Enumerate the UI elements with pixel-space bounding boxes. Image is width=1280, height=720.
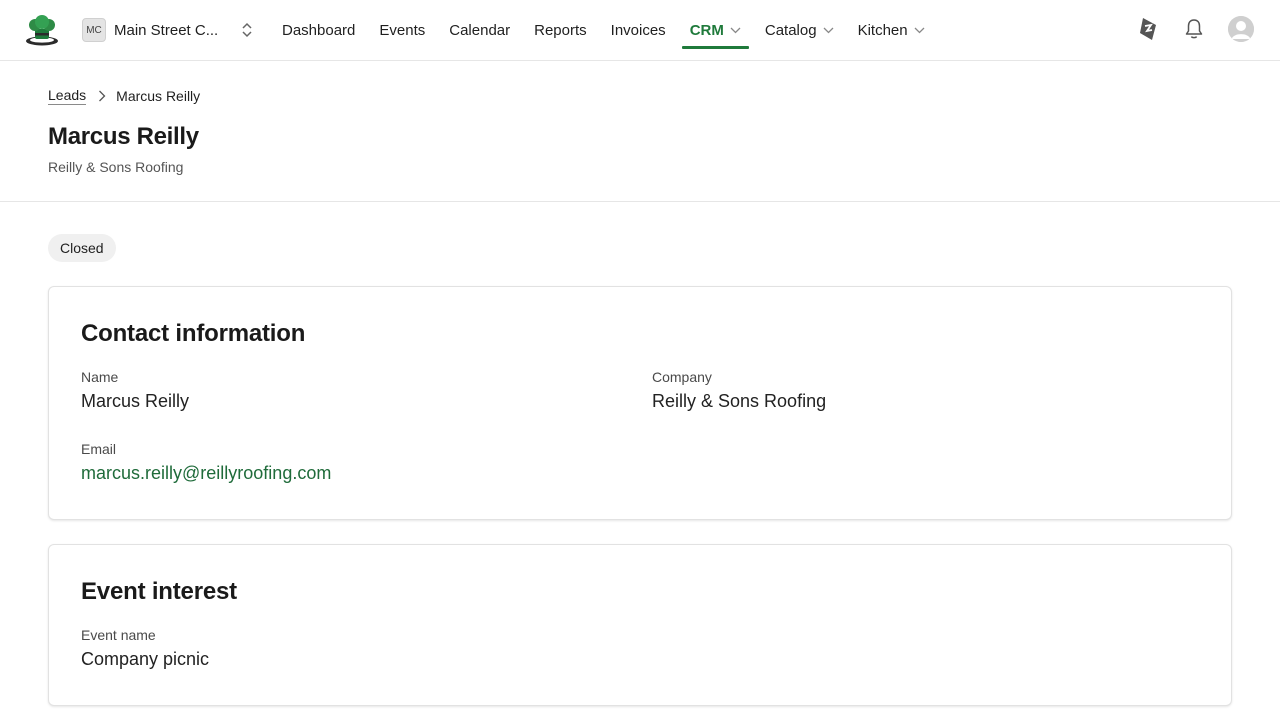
- nav-crm[interactable]: CRM: [678, 0, 753, 61]
- chevron-down-icon: [914, 27, 925, 34]
- page-header: Leads Marcus Reilly Marcus Reilly Reilly…: [0, 61, 1280, 202]
- workspace-switcher[interactable]: MC Main Street C...: [82, 18, 252, 42]
- chevron-down-icon: [730, 27, 741, 34]
- event-interest-card: Event interest Event name Company picnic: [48, 544, 1232, 706]
- company-field: Company Reilly & Sons Roofing: [652, 369, 826, 412]
- page-subtitle: Reilly & Sons Roofing: [48, 159, 184, 175]
- nav-label: Calendar: [449, 22, 511, 39]
- announcement-icon[interactable]: [1136, 16, 1160, 42]
- nav-label: Kitchen: [857, 22, 908, 39]
- nav-label: Invoices: [610, 22, 666, 39]
- contact-information-heading: Contact information: [81, 320, 306, 347]
- event-name-value: Company picnic: [81, 649, 210, 669]
- breadcrumb-current: Marcus Reilly: [116, 88, 201, 104]
- name-field: Name Marcus Reilly: [81, 369, 189, 412]
- nav-label: CRM: [689, 22, 724, 39]
- company-value: Reilly & Sons Roofing: [652, 391, 827, 411]
- nav-label: Events: [379, 22, 426, 39]
- workspace-badge: MC: [82, 18, 106, 42]
- avatar-icon[interactable]: [1228, 16, 1254, 42]
- nav-kitchen[interactable]: Kitchen: [846, 0, 937, 61]
- top-navigation-bar: MC Main Street C... Dashboard Events Cal…: [0, 0, 1280, 61]
- event-name-label: Event name: [81, 627, 156, 643]
- email-label: Email: [81, 441, 117, 457]
- contact-information-card: Contact information Name Marcus Reilly C…: [48, 286, 1232, 520]
- nav-label: Catalog: [764, 22, 817, 39]
- chevron-up-down-icon: [242, 22, 252, 38]
- nav-label: Reports: [534, 22, 587, 39]
- nav-invoices[interactable]: Invoices: [599, 0, 678, 61]
- nav-dashboard[interactable]: Dashboard: [270, 0, 367, 61]
- bell-icon[interactable]: [1182, 16, 1206, 42]
- header-actions: [1136, 16, 1254, 42]
- workspace-name: Main Street C...: [114, 21, 219, 39]
- status-badge: Closed: [48, 234, 116, 262]
- nav-label: Dashboard: [282, 22, 356, 39]
- email-link[interactable]: marcus.reilly@reillyroofing.com: [81, 463, 331, 484]
- chef-hat-icon[interactable]: [24, 14, 60, 46]
- chevron-down-icon: [823, 27, 834, 34]
- email-field: Email marcus.reilly@reillyroofing.com: [81, 441, 331, 484]
- breadcrumb-leads-link[interactable]: Leads: [48, 87, 87, 105]
- nav-reports[interactable]: Reports: [522, 0, 599, 61]
- breadcrumb: Leads Marcus Reilly: [48, 87, 200, 105]
- nav-calendar[interactable]: Calendar: [437, 0, 522, 61]
- page-title: Marcus Reilly: [48, 123, 199, 150]
- event-interest-heading: Event interest: [81, 578, 237, 605]
- main-nav: Dashboard Events Calendar Reports Invoic…: [270, 0, 937, 61]
- event-name-field: Event name Company picnic: [81, 627, 209, 670]
- name-value: Marcus Reilly: [81, 391, 190, 411]
- company-label: Company: [652, 369, 712, 385]
- name-label: Name: [81, 369, 119, 385]
- nav-events[interactable]: Events: [367, 0, 437, 61]
- chevron-right-icon: [99, 90, 106, 102]
- nav-catalog[interactable]: Catalog: [753, 0, 846, 61]
